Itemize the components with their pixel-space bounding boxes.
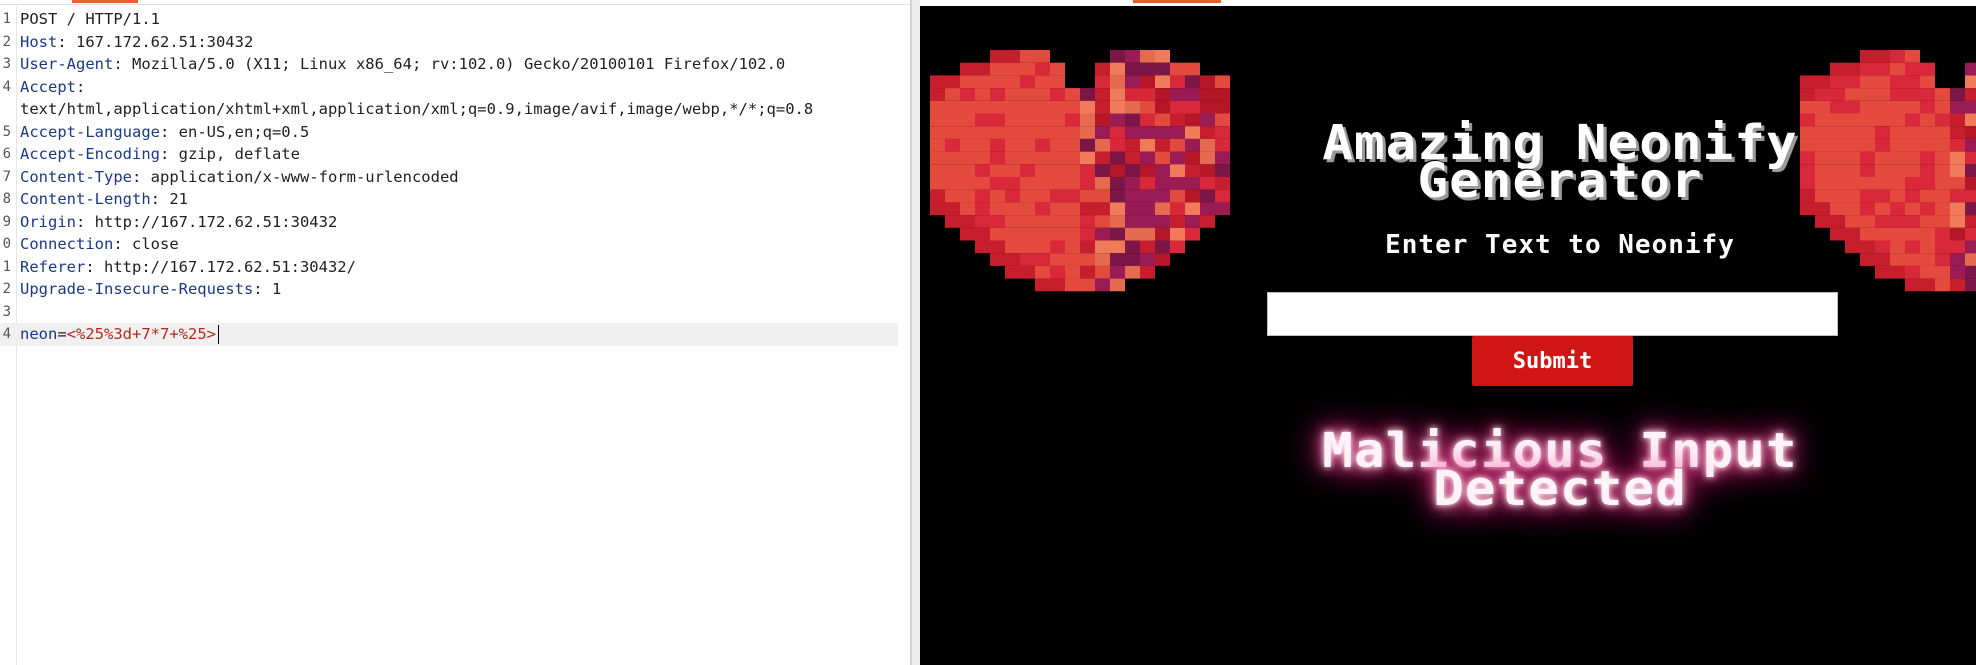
header-name: Connection [20, 235, 114, 253]
header-value: Mozilla/5.0 (X11; Linux x86_64; rv:102.0… [122, 55, 786, 73]
request-line-text: Referer: http://167.172.62.51:30432/ [20, 257, 356, 276]
request-line-text: Accept: [20, 77, 86, 96]
request-line[interactable]: 2 Host: 167.172.62.51:30432 [0, 31, 900, 54]
request-line[interactable]: 4 neon=<%25%3d+7*7+%25> [0, 323, 898, 346]
line-number: 8 [2, 191, 11, 207]
pane-top-border [0, 4, 910, 5]
request-line-text: POST / HTTP/1.1 [20, 10, 160, 28]
header-name: Content-Length [20, 190, 151, 208]
line-number: 0 [2, 236, 11, 252]
request-line-text: Host: 167.172.62.51:30432 [20, 32, 254, 51]
header-name: User-Agent [20, 55, 114, 73]
line-number: 9 [2, 213, 11, 230]
rendered-web-page: Amazing Neonify Generator Enter Text to … [920, 6, 1976, 665]
header-name: Content-Type [20, 167, 132, 186]
header-value: en-US,en;q=0.5 [169, 122, 310, 141]
request-line[interactable]: 5 Accept-Language: en-US,en;q=0.5 [0, 121, 900, 144]
header-name: Origin [20, 212, 76, 231]
response-render-pane: Amazing Neonify Generator Enter Text to … [920, 0, 1976, 665]
line-number: 5 [2, 123, 11, 140]
submit-button[interactable]: Submit [1472, 336, 1633, 386]
body-param-name: neon [20, 325, 58, 343]
request-line-text: Connection: close [20, 235, 179, 253]
request-line[interactable]: 1 POST / HTTP/1.1 [0, 8, 900, 31]
neon-text-input[interactable] [1267, 292, 1838, 336]
request-line[interactable]: 8 Content-Length: 21 [0, 188, 900, 211]
header-value: 1 [262, 280, 282, 298]
request-line-text: Accept-Language: en-US,en;q=0.5 [20, 122, 310, 141]
request-line[interactable]: text/html,application/xhtml+xml,applicat… [0, 98, 900, 121]
body-param-value: <%25%3d+7*7+%25> [66, 325, 216, 343]
header-name: Accept-Encoding [20, 145, 160, 163]
request-line[interactable]: 3 User-Agent: Mozilla/5.0 (X11; Linux x86… [0, 53, 900, 76]
header-value: http://167.172.62.51:30432 [85, 212, 338, 231]
line-number: 7 [2, 168, 11, 185]
request-text[interactable]: 1 POST / HTTP/1.1 2 Host: 167.172.62.51:304… [0, 8, 900, 346]
line-number: 4 [2, 78, 11, 95]
request-line[interactable]: 0 Connection: close [0, 233, 900, 256]
active-tab-indicator [72, 0, 138, 3]
request-line-text: neon=<%25%3d+7*7+%25> [20, 323, 219, 346]
request-line[interactable]: 3 [0, 301, 900, 324]
request-line[interactable]: 2 Upgrade-Insecure-Requests: 1 [0, 278, 900, 301]
request-line[interactable]: 7 Content-Type: application/x-www-form-ur… [0, 166, 900, 189]
request-editor-pane[interactable]: 1 POST / HTTP/1.1 2 Host: 167.172.62.51:304… [0, 0, 911, 665]
request-line-text: User-Agent: Mozilla/5.0 (X11; Linux x86_… [20, 55, 786, 73]
request-line[interactable]: 1 Referer: http://167.172.62.51:30432/ [0, 256, 900, 279]
page-title: Amazing Neonify Generator [1242, 119, 1878, 205]
request-line-text: Origin: http://167.172.62.51:30432 [20, 212, 338, 231]
request-line[interactable]: 9 Origin: http://167.172.62.51:30432 [0, 211, 900, 234]
active-tab-indicator [1133, 0, 1221, 3]
line-number: 1 [2, 11, 11, 27]
pixel-heart-left-image [930, 50, 1230, 292]
header-value: application/x-www-form-urlencoded [141, 167, 459, 186]
line-number: 1 [2, 258, 11, 275]
text-caret [217, 325, 219, 344]
header-name: Host [20, 32, 58, 51]
line-number: 6 [2, 146, 11, 162]
header-value: close [122, 235, 179, 253]
header-name: Accept-Language [20, 122, 160, 141]
header-value: http://167.172.62.51:30432/ [94, 257, 356, 276]
request-line[interactable]: 4 Accept: [0, 76, 900, 99]
header-name: Referer [20, 257, 86, 276]
request-line-text: Accept-Encoding: gzip, deflate [20, 145, 300, 163]
request-line[interactable]: 6 Accept-Encoding: gzip, deflate [0, 143, 900, 166]
line-number: 4 [2, 326, 11, 342]
request-line-text: Upgrade-Insecure-Requests: 1 [20, 280, 282, 298]
header-value: 167.172.62.51:30432 [66, 32, 254, 51]
header-name: Upgrade-Insecure-Requests [20, 280, 254, 298]
line-number: 2 [2, 281, 11, 297]
request-line-text: Content-Length: 21 [20, 190, 188, 208]
input-prompt-label: Enter Text to Neonify [1385, 230, 1735, 260]
request-line-text: Content-Type: application/x-www-form-url… [20, 167, 459, 186]
header-value: gzip, deflate [169, 145, 300, 163]
request-line-text: text/html,application/xhtml+xml,applicat… [20, 100, 814, 118]
line-number: 3 [2, 56, 11, 72]
header-name: Accept [20, 77, 76, 96]
line-number: 2 [2, 33, 11, 50]
header-value: 21 [160, 190, 188, 208]
line-number: 3 [2, 303, 11, 320]
neon-output-message: Malicious Input Detected [1242, 427, 1878, 513]
